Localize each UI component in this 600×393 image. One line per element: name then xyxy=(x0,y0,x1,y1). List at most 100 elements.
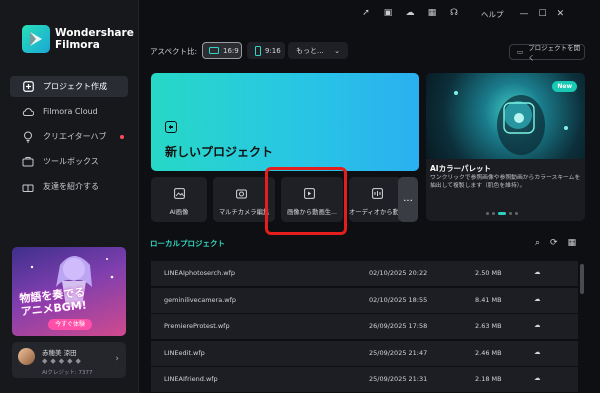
file-name: LINEAIphotoserch.wfp xyxy=(164,269,236,277)
file-date: 25/09/2025 21:31 xyxy=(369,375,428,383)
sidebar: Wondershare Filmora プロジェクト作成 Filmora Clo… xyxy=(0,0,139,393)
tool-label: オーディオから動... xyxy=(349,209,402,216)
project-list: LINEAIphotoserch.wfp 02/10/2025 20:22 2.… xyxy=(151,261,578,393)
scrollbar[interactable] xyxy=(580,264,584,294)
promo-banner[interactable]: 物語を奏でる アニメBGM! 今すぐ体験 xyxy=(12,247,126,336)
new-badge: New xyxy=(552,81,577,92)
audio-to-video-icon xyxy=(372,188,383,199)
plus-square-icon xyxy=(22,81,34,93)
sidebar-item-creator-hub[interactable]: クリエイターハブ xyxy=(10,126,128,147)
chevron-down-icon: ⌄ xyxy=(334,46,340,55)
file-date: 25/09/2025 21:47 xyxy=(369,348,428,357)
send-icon[interactable]: ➚ xyxy=(355,8,377,20)
refresh-icon[interactable]: ⟳ xyxy=(550,238,558,248)
plus-icon xyxy=(165,121,177,133)
sidebar-item-label: プロジェクト作成 xyxy=(43,82,107,91)
ai-image-icon xyxy=(174,188,185,199)
gift-icon xyxy=(22,181,34,193)
cloud-icon xyxy=(22,106,34,118)
sidebar-item-filmora-cloud[interactable]: Filmora Cloud xyxy=(10,101,128,122)
sidebar-item-create-project[interactable]: プロジェクト作成 xyxy=(10,76,128,97)
sidebar-item-label: ツールボックス xyxy=(43,157,99,166)
landscape-icon xyxy=(209,47,219,54)
file-size: 2.63 MB xyxy=(475,322,502,330)
cloud-upload-icon[interactable]: ☁ xyxy=(534,295,541,303)
open-project-button[interactable]: ▭ プロジェクトを開く xyxy=(509,44,585,62)
filmora-logo-icon xyxy=(22,25,50,53)
media-icon[interactable]: ▣ xyxy=(377,8,399,20)
close-icon[interactable]: ✕ xyxy=(557,9,565,19)
aspect-option-label: 16:9 xyxy=(223,46,239,55)
sidebar-item-label: Filmora Cloud xyxy=(43,107,98,116)
folder-icon: ▭ xyxy=(517,48,524,56)
file-date: 02/10/2025 18:55 xyxy=(369,295,428,304)
file-size: 2.50 MB xyxy=(475,269,502,277)
headset-icon[interactable]: ☊ xyxy=(443,8,465,20)
table-row[interactable]: LINEedit.wfp 25/09/2025 21:47 2.46 MB ☁ xyxy=(151,340,578,366)
cloud-upload-icon[interactable]: ☁ xyxy=(534,268,541,276)
sidebar-item-toolbox[interactable]: ツールボックス xyxy=(10,151,128,172)
table-row[interactable]: geminilivecamera.wfp 02/10/2025 18:55 8.… xyxy=(151,287,578,313)
tool-audio-to-video[interactable]: オーディオから動... xyxy=(349,177,402,222)
user-card[interactable]: 赤穂美 涼田 ◆◆◆◆◆ AIクレジット: 7377 › xyxy=(12,342,126,378)
help-menu[interactable]: ヘルプ xyxy=(481,9,504,20)
table-row[interactable]: LINEAIphotoserch.wfp 02/10/2025 20:22 2.… xyxy=(151,261,578,286)
multicam-icon xyxy=(236,189,247,199)
table-row[interactable]: PremiereProtest.wfp 26/09/2025 17:58 2.6… xyxy=(151,314,578,339)
open-project-label: プロジェクトを開く xyxy=(528,44,581,62)
maximize-icon[interactable]: ☐ xyxy=(539,9,547,19)
grid-apps-icon[interactable]: ▦ xyxy=(421,8,443,20)
aspect-option-label: 9:16 xyxy=(265,46,281,55)
sidebar-item-refer-friend[interactable]: 友達を紹介する xyxy=(10,176,128,197)
grid-view-icon[interactable]: ▦ xyxy=(568,238,577,248)
file-name: LINEedit.wfp xyxy=(164,348,205,357)
highlight-box xyxy=(265,167,347,235)
aspect-16-9-button[interactable]: 16:9 xyxy=(202,42,242,59)
file-size: 2.18 MB xyxy=(475,375,502,383)
search-icon[interactable]: ⌕ xyxy=(535,238,540,248)
file-date: 26/09/2025 17:58 xyxy=(369,322,428,330)
cloud-upload-icon[interactable]: ☁ xyxy=(534,321,541,329)
tool-label: AI画像 xyxy=(169,209,189,216)
local-toolbar: ⌕ ⟳ ▦ xyxy=(535,238,576,248)
file-size: 2.46 MB xyxy=(475,348,502,357)
avatar xyxy=(18,348,35,365)
table-row[interactable]: LINEAIfriend.wfp 25/09/2025 21:31 2.18 M… xyxy=(151,367,578,392)
minimize-icon[interactable]: — xyxy=(520,9,529,19)
ai-credit: AIクレジット: 7377 xyxy=(42,370,93,376)
sidebar-item-label: 友達を紹介する xyxy=(43,182,99,191)
file-name: LINEAIfriend.wfp xyxy=(164,375,218,383)
local-projects-title: ローカルプロジェクト xyxy=(150,239,225,248)
toolbox-icon xyxy=(22,156,34,168)
file-name: PremiereProtest.wfp xyxy=(164,322,230,330)
tool-ai-image[interactable]: AI画像 xyxy=(151,177,207,222)
portrait-icon xyxy=(255,45,261,56)
file-size: 8.41 MB xyxy=(475,295,502,304)
notification-dot xyxy=(120,135,124,139)
cloud-upload-icon[interactable]: ☁ xyxy=(534,348,541,356)
user-name: 赤穂美 涼田 xyxy=(42,349,77,357)
new-project-card[interactable]: 新しいプロジェクト xyxy=(151,73,419,171)
cloud-upload-icon[interactable]: ☁ xyxy=(399,8,421,20)
file-date: 02/10/2025 20:22 xyxy=(369,269,428,277)
carousel-dot-active[interactable] xyxy=(498,212,506,215)
ai-color-palette-card[interactable]: New AIカラーパレット ワンクリックで参照画像や参照動画からカラースキームを… xyxy=(426,73,585,221)
chevron-right-icon: › xyxy=(115,354,119,364)
more-tools-button[interactable]: ... xyxy=(398,177,418,222)
cloud-upload-icon[interactable]: ☁ xyxy=(534,374,541,382)
file-name: geminilivecamera.wfp xyxy=(164,295,236,304)
aspect-option-label: もっと... xyxy=(296,46,324,55)
user-badges-icon: ◆◆◆◆◆ xyxy=(42,357,84,365)
carousel-dot[interactable] xyxy=(515,212,518,215)
carousel-dot[interactable] xyxy=(509,212,512,215)
new-project-label: 新しいプロジェクト xyxy=(165,145,274,159)
carousel-dots[interactable] xyxy=(486,212,518,215)
carousel-dot[interactable] xyxy=(486,212,489,215)
title-bar: ➚ ▣ ☁ ▦ ☊ ヘルプ — ☐ ✕ xyxy=(355,8,564,20)
aspect-more-dropdown[interactable]: もっと... ⌄ xyxy=(288,42,348,59)
ai-card-title: AIカラーパレット xyxy=(430,164,492,173)
carousel-dot[interactable] xyxy=(492,212,495,215)
aspect-9-16-button[interactable]: 9:16 xyxy=(247,42,285,59)
promo-try-button[interactable]: 今すぐ体験 xyxy=(48,319,92,330)
aspect-ratio-label: アスペクト比: xyxy=(150,47,198,56)
